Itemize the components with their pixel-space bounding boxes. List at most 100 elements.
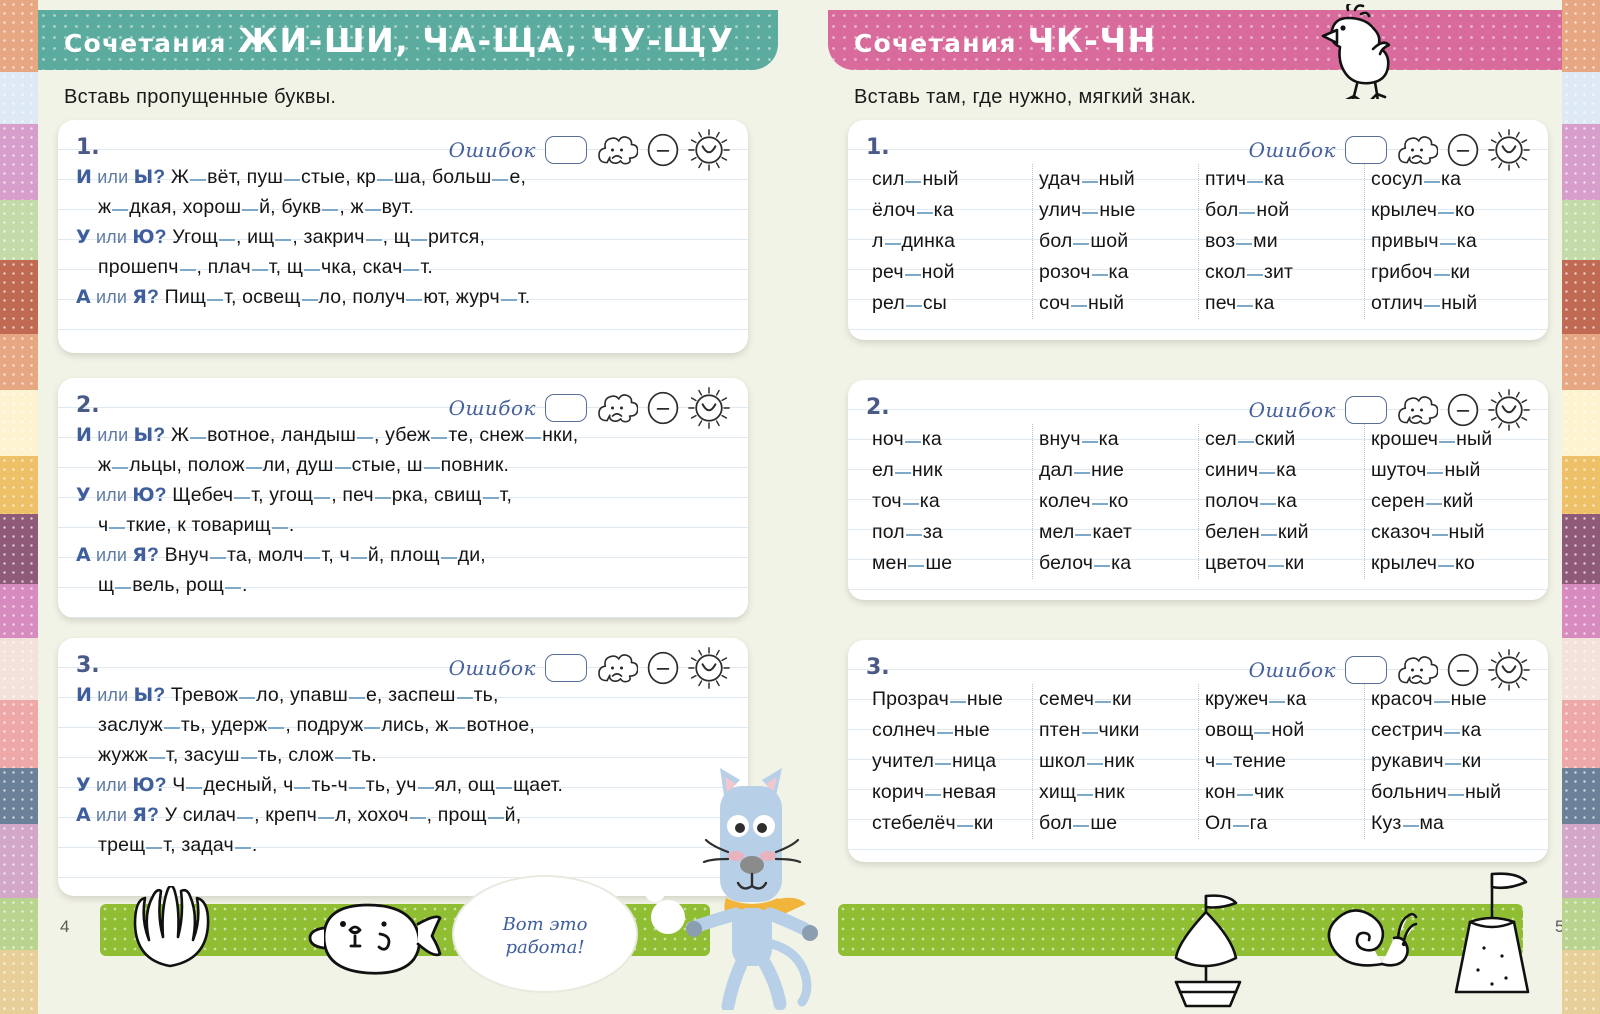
word-cell[interactable]: скол зит	[1205, 257, 1364, 288]
word-cell[interactable]: реч ной	[872, 257, 1032, 288]
weather-rating-icons[interactable]	[596, 129, 730, 171]
word-cell[interactable]: белоч ка	[1039, 548, 1198, 579]
errors-count-box[interactable]	[545, 654, 587, 682]
letter-blank[interactable]	[242, 209, 259, 211]
word-cell[interactable]: хищ ник	[1039, 777, 1198, 808]
letter-blank[interactable]	[364, 209, 381, 211]
word-cell[interactable]: кружеч ка	[1205, 684, 1364, 715]
letter-blank[interactable]	[403, 269, 420, 271]
letter-blank[interactable]	[1267, 565, 1284, 567]
letter-blank[interactable]	[1236, 794, 1253, 796]
letter-blank[interactable]	[1247, 181, 1264, 183]
right-exercise-card-2[interactable]: 2. Ошибок ноч ка ел ник точ ка пол за мен ше внуч ка д…	[848, 380, 1548, 600]
word-cell[interactable]: полоч ка	[1205, 486, 1364, 517]
letter-blank[interactable]	[1073, 825, 1090, 827]
word-cell[interactable]: грибоч ки	[1371, 257, 1530, 288]
letter-blank[interactable]	[1438, 565, 1455, 567]
letter-blank[interactable]	[456, 697, 473, 699]
letter-blank[interactable]	[209, 557, 226, 559]
word-cell[interactable]: ноч ка	[872, 424, 1032, 455]
word-cell[interactable]: белен кий	[1205, 517, 1364, 548]
letter-blank[interactable]	[1402, 825, 1419, 827]
letter-blank[interactable]	[1259, 472, 1276, 474]
sun-happy-icon[interactable]	[688, 647, 730, 689]
letter-blank[interactable]	[112, 209, 129, 211]
word-cell[interactable]: больнич ный	[1371, 777, 1530, 808]
word-cell[interactable]: мел кает	[1039, 517, 1198, 548]
letter-blank[interactable]	[190, 179, 207, 181]
letter-blank[interactable]	[1074, 472, 1091, 474]
neutral-face-icon[interactable]	[645, 390, 681, 426]
right-exercise-card-1[interactable]: 1. Ошибок сил ный ёлоч ка л динка реч ной рел сы уда…	[848, 120, 1548, 340]
letter-blank[interactable]	[334, 757, 351, 759]
word-cell[interactable]: ёлоч ка	[872, 195, 1032, 226]
sun-happy-icon[interactable]	[688, 387, 730, 429]
letter-blank[interactable]	[1071, 305, 1087, 307]
cloud-sad-icon[interactable]	[596, 132, 638, 168]
letter-blank[interactable]	[234, 497, 251, 499]
letter-blank[interactable]	[902, 503, 919, 505]
errors-count-box[interactable]	[545, 394, 587, 422]
letter-blank[interactable]	[1259, 503, 1276, 505]
word-cell[interactable]: точ ка	[872, 486, 1032, 517]
letter-blank[interactable]	[1086, 763, 1103, 765]
letter-blank[interactable]	[482, 497, 499, 499]
letter-blank[interactable]	[294, 787, 311, 789]
weather-rating-icons[interactable]	[596, 387, 730, 429]
neutral-face-icon[interactable]	[1445, 652, 1481, 688]
letter-blank[interactable]	[1433, 701, 1450, 703]
letter-blank[interactable]	[956, 825, 973, 827]
word-cell[interactable]: красоч ные	[1371, 684, 1530, 715]
word-cell[interactable]: цветоч ки	[1205, 548, 1364, 579]
letter-blank[interactable]	[377, 179, 394, 181]
letter-blank[interactable]	[936, 732, 953, 734]
letter-blank[interactable]	[109, 527, 126, 529]
letter-blank[interactable]	[1237, 305, 1254, 307]
letter-blank[interactable]	[251, 269, 268, 271]
letter-blank[interactable]	[1232, 825, 1249, 827]
letter-blank[interactable]	[884, 243, 901, 245]
letter-blank[interactable]	[525, 437, 542, 439]
word-cell[interactable]: ч тение	[1205, 746, 1364, 777]
letter-blank[interactable]	[1091, 274, 1108, 276]
word-cell[interactable]: ел ник	[872, 455, 1032, 486]
word-cell[interactable]: улич ные	[1039, 195, 1198, 226]
word-cell[interactable]: воз ми	[1205, 226, 1364, 257]
letter-blank[interactable]	[304, 557, 321, 559]
word-cell[interactable]: л динка	[872, 226, 1032, 257]
letter-blank[interactable]	[905, 181, 922, 183]
letter-blank[interactable]	[374, 497, 391, 499]
left-exercise-card-2[interactable]: 2. Ошибок И или Ы? Жвотное, ландыш, убеж те…	[58, 378, 748, 618]
word-cell[interactable]: синич ка	[1205, 455, 1364, 486]
cloud-sad-icon[interactable]	[1396, 652, 1438, 688]
neutral-face-icon[interactable]	[1445, 132, 1481, 168]
errors-count-box[interactable]	[1345, 396, 1387, 424]
letter-blank[interactable]	[112, 467, 129, 469]
letter-blank[interactable]	[348, 697, 365, 699]
word-cell[interactable]: птен чики	[1039, 715, 1198, 746]
word-cell[interactable]: печ ка	[1205, 288, 1364, 319]
letter-blank[interactable]	[146, 847, 163, 849]
word-cell[interactable]: семеч ки	[1039, 684, 1198, 715]
letter-blank[interactable]	[1077, 794, 1094, 796]
letter-blank[interactable]	[1073, 243, 1090, 245]
letter-blank[interactable]	[268, 727, 285, 729]
letter-blank[interactable]	[163, 727, 180, 729]
letter-blank[interactable]	[357, 437, 373, 439]
word-cell[interactable]: удач ный	[1039, 164, 1198, 195]
letter-blank[interactable]	[496, 787, 513, 789]
word-cell[interactable]: привыч ка	[1371, 226, 1530, 257]
word-cell[interactable]: мен ше	[872, 548, 1032, 579]
word-cell[interactable]: пол за	[872, 517, 1032, 548]
left-exercise-card-1[interactable]: 1. Ошибок И или Ы? Жвёт, пуш стые, кр ша, бо…	[58, 120, 748, 353]
letter-blank[interactable]	[1424, 181, 1441, 183]
letter-blank[interactable]	[334, 467, 351, 469]
letter-blank[interactable]	[365, 239, 382, 241]
left-exercise-card-3[interactable]: 3. Ошибок И или Ы? Тревож ло, упавш е, заспе…	[58, 638, 748, 896]
word-cell[interactable]: сестрич ка	[1371, 715, 1530, 746]
word-cell[interactable]: сел ский	[1205, 424, 1364, 455]
word-cell[interactable]: внуч ка	[1039, 424, 1198, 455]
letter-blank[interactable]	[1095, 701, 1112, 703]
letter-blank[interactable]	[186, 787, 203, 789]
letter-blank[interactable]	[935, 763, 951, 765]
